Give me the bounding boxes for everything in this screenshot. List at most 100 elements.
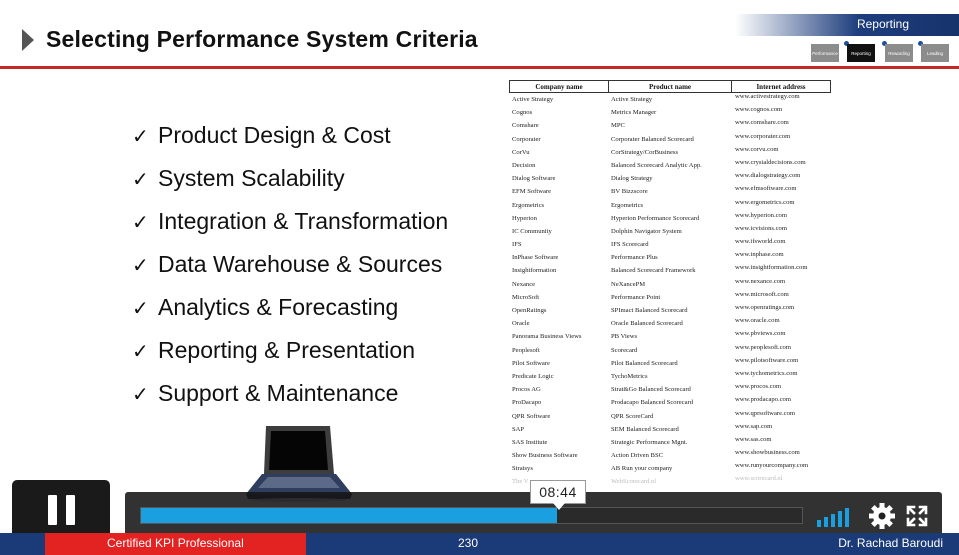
step-leading: Leading (921, 44, 949, 62)
table-cell: MPC (611, 122, 625, 130)
table-cell: Prodacapo Balanced Scorecard (611, 399, 694, 407)
table-cell: WebScorecard.nl (611, 478, 657, 486)
table-cell: www.procos.com (735, 383, 782, 391)
table-cell: IC Community (512, 227, 552, 235)
table-cell: IFS (512, 241, 522, 249)
criteria-item: ✓ Product Design & Cost (132, 122, 391, 149)
volume-icon[interactable] (817, 505, 855, 527)
table-cell: www.corvu.com (735, 145, 779, 153)
table-cell: CorVu (512, 148, 530, 156)
table-cell: www.inphase.com (735, 251, 784, 259)
table-cell: SEM Balanced Scorecard (611, 425, 679, 433)
table-cell: CorStrategy/CorBusiness (611, 148, 679, 156)
pause-button[interactable] (12, 480, 110, 540)
table-cell: Pilot Software (512, 359, 550, 367)
table-cell: Active Strategy (512, 96, 554, 103)
table-cell: www.icvisions.com (735, 224, 787, 232)
table-cell: www.crystaldecisions.com (735, 158, 806, 166)
table-cell: PB Views (611, 333, 638, 341)
table-cell: OpenRatings (512, 307, 547, 314)
table-cell: www.peoplesoft.com (735, 343, 791, 351)
table-cell: Panorama Business Views (512, 333, 582, 341)
table-cell: Strat&Go Balanced Scorecard (611, 386, 691, 394)
table-cell: www.oracle.com (735, 317, 780, 325)
author-name: Dr. Rachad Baroudi (838, 536, 943, 550)
table-cell: TychoMetrics (611, 372, 648, 380)
criteria-item: ✓ System Scalability (132, 165, 345, 192)
table-cell: www.microsoft.com (735, 290, 789, 298)
criteria-label: Reporting & Presentation (158, 337, 415, 363)
table-cell: Dialog Strategy (611, 175, 653, 183)
table-cell: www.sap.com (735, 422, 773, 430)
table-cell: Predicate Logic (512, 372, 554, 380)
table-cell: Dolphin Navigator System (611, 227, 682, 235)
criteria-label: Product Design & Cost (158, 122, 391, 148)
table-cell: www.scorecard.nl (735, 475, 783, 483)
table-cell: Procos AG (512, 386, 541, 394)
table-cell: BV Bizzscore (611, 188, 648, 196)
seek-progress (141, 508, 558, 523)
fullscreen-icon[interactable] (906, 505, 928, 527)
table-cell: www.efmsoftware.com (735, 185, 797, 193)
section-banner: Reporting (735, 14, 959, 36)
table-cell: www.showbusiness.com (735, 449, 800, 457)
checkmark-icon: ✓ (132, 209, 149, 234)
table-cell: www.runyourcompany.com (735, 462, 809, 470)
table-cell: SAP (512, 425, 525, 433)
table-cell: QPR Software (512, 412, 551, 420)
pause-icon (48, 495, 57, 525)
table-cell: www.nexance.com (735, 277, 786, 285)
table-cell: www.openratings.com (735, 304, 795, 311)
table-cell: Insightformation (512, 267, 557, 275)
table-cell: www.activestrategy.com (735, 93, 800, 100)
criteria-label: System Scalability (158, 165, 345, 191)
table-cell: www.cognos.com (735, 106, 783, 114)
column-header: Product name (609, 81, 732, 92)
table-cell: Decision (512, 161, 536, 169)
process-stepper: Performance Reporting Rewarding Leading (811, 40, 951, 62)
time-tooltip: 08:44 (530, 480, 586, 510)
table-cell: Active Strategy (611, 96, 653, 103)
table-cell: Action Driven BSC (611, 452, 664, 460)
table-cell: IFS Scorecard (611, 241, 649, 249)
checkmark-icon: ✓ (132, 381, 149, 406)
table-cell: Corporater (512, 135, 541, 143)
table-cell: Dialog Software (512, 175, 556, 183)
table-cell: AB Run your company (611, 465, 673, 473)
column-header: Company name (510, 81, 609, 92)
table-cell: www.hyperion.com (735, 211, 787, 219)
table-cell: www.comshare.com (735, 119, 789, 127)
checkmark-icon: ✓ (132, 295, 149, 320)
table-cell: ProDacapo (512, 399, 542, 407)
criteria-item: ✓ Integration & Transformation (132, 208, 448, 235)
table-cell: www.insightformation.com (735, 264, 808, 272)
table-cell: Peoplesoft (512, 346, 540, 354)
course-name: Certified KPI Professional (107, 536, 244, 550)
table-body: Active Strategy Active Strategy www.active… (509, 93, 831, 489)
table-cell: www.pbviews.com (735, 330, 786, 338)
criteria-label: Support & Maintenance (158, 380, 399, 406)
table-cell: Show Business Software (512, 452, 578, 460)
table-cell: SPImact Balanced Scorecard (611, 307, 688, 314)
table-cell: www.ergometrics.com (735, 198, 795, 206)
table-cell: Oracle Balanced Scorecard (611, 320, 683, 328)
title-arrow-icon (22, 29, 34, 51)
criteria-item: ✓ Support & Maintenance (132, 380, 398, 407)
table-cell: Metrics Manager (611, 109, 657, 117)
table-cell: Balanced Scorecard Framework (611, 267, 696, 275)
table-cell: www.tychometrics.com (735, 369, 798, 377)
table-cell: www.ifsworld.com (735, 238, 786, 246)
table-cell: www.prodacapo.com (735, 396, 791, 404)
pause-icon (66, 495, 75, 525)
step-performance: Performance (811, 44, 839, 62)
table-cell: Cognos (512, 109, 533, 117)
settings-gear-icon[interactable] (869, 503, 895, 529)
criteria-label: Analytics & Forecasting (158, 294, 399, 320)
table-cell: Stratsys (512, 465, 533, 473)
criteria-label: Integration & Transformation (158, 208, 449, 234)
seek-bar[interactable] (140, 507, 803, 524)
table-cell: Nexance (512, 280, 536, 288)
table-cell: www.qprsoftware.com (735, 409, 795, 417)
table-cell: www.dialogstrategy.com (735, 172, 801, 180)
table-cell: Performance Plus (611, 254, 658, 262)
